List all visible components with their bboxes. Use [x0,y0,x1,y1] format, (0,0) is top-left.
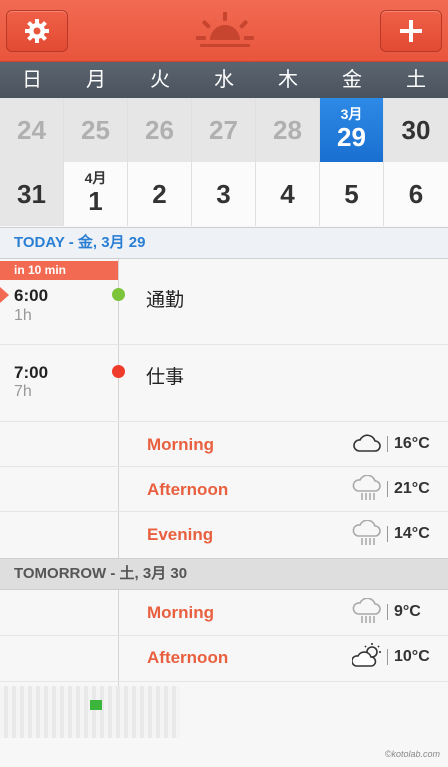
event-row[interactable] [0,259,448,345]
calendar-day[interactable]: 3 [192,162,256,226]
today-section-header: TODAY - 金, 3月 29 [0,227,448,259]
day-number: 25 [81,114,110,145]
weekday-label: 月 [86,69,106,91]
event-title: 通勤 [146,290,185,311]
weather-period-label: Morning [147,603,215,622]
day-number: 6 [408,178,424,209]
rain-icon [352,520,381,545]
tomorrow-section-header: TOMORROW - 土, 3月 30 [0,558,448,590]
day-number: 4 [280,178,295,209]
weekday-label: 火 [150,69,170,91]
calendar-grid: 24 25 26 27 28 3月 29 30 31 4月 1 2 3 4 5 … [0,98,448,226]
sunrise-logo-icon [196,12,254,47]
calendar-day[interactable]: 24 [0,98,64,162]
weekday-label: 木 [278,69,298,91]
calendar-day[interactable]: 31 [0,162,64,226]
event-color-dot [90,700,102,710]
settings-button[interactable] [6,10,68,52]
day-number: 3 [216,178,231,209]
day-number: 26 [145,114,174,145]
weather-separator [387,526,388,542]
weather-separator [387,649,388,665]
day-number: 2 [152,178,167,209]
weather-temperature: 21°C [394,480,430,497]
calendar-day[interactable]: 2 [128,162,192,226]
event-time: 7:00 [14,363,49,382]
weather-temperature: 9°C [394,603,421,620]
day-number: 27 [209,114,238,145]
weekday-label: 水 [214,69,234,91]
weather-period-label: Evening [147,525,214,544]
gear-icon [25,19,49,43]
calendar-day[interactable]: 5 [320,162,384,226]
event-color-dot [112,288,125,301]
day-number: 31 [17,178,46,209]
partly-sunny-icon [352,643,381,667]
weekday-label: 金 [342,69,362,91]
pixelated-event-row [0,686,180,738]
calendar-day[interactable]: 4月 1 [64,162,128,226]
calendar-day[interactable]: 30 [384,98,448,162]
calendar-day-today[interactable]: 3月 29 [320,98,384,162]
weather-temperature: 14°C [394,525,430,542]
weather-period-label: Afternoon [147,480,229,499]
event-color-dot [112,365,125,378]
event-duration: 1h [14,307,32,324]
top-bar [0,0,448,62]
month-label: 4月 [84,170,107,186]
cloud-icon [353,434,381,452]
weather-separator [387,436,388,452]
day-number: 24 [17,114,46,145]
weather-temperature: 10°C [394,648,430,665]
calendar-day[interactable]: 25 [64,98,128,162]
weekday-label: 土 [406,69,426,91]
event-duration: 7h [14,383,32,400]
plus-icon [400,20,422,42]
weather-period-label: Morning [147,435,215,454]
month-label: 3月 [340,106,363,122]
day-number: 30 [401,114,431,145]
calendar-day[interactable]: 28 [256,98,320,162]
day-number: 5 [344,178,359,209]
event-title: 仕事 [146,367,185,388]
weather-temperature: 16°C [394,435,430,452]
rain-icon [352,598,381,623]
event-time: 6:00 [14,286,49,305]
weather-separator [387,604,388,620]
calendar-week: 31 4月 1 2 3 4 5 6 [0,162,448,226]
day-number: 29 [337,122,366,152]
day-number: 1 [88,186,103,216]
weather-period-label: Afternoon [147,648,229,667]
rain-icon [352,475,381,500]
weekday-header: 日 月 火 水 木 金 土 [0,62,448,98]
weather-separator [387,481,388,497]
calendar-day[interactable]: 27 [192,98,256,162]
weekday-label: 日 [22,69,42,91]
calendar-day[interactable]: 6 [384,162,448,226]
credit-text: ©kotolab.com [384,749,440,759]
add-event-button[interactable] [380,10,442,52]
day-number: 28 [273,114,302,145]
calendar-day[interactable]: 4 [256,162,320,226]
calendar-week: 24 25 26 27 28 3月 29 30 [0,98,448,162]
event-row[interactable] [0,345,448,422]
calendar-day[interactable]: 26 [128,98,192,162]
